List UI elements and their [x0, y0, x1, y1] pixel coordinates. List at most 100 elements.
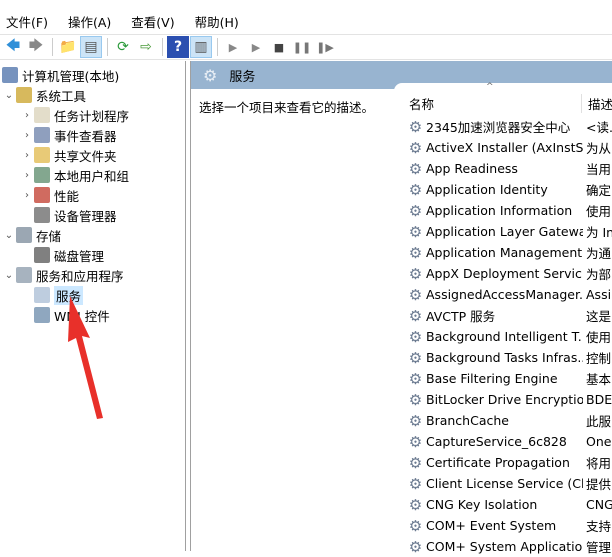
- tree-item[interactable]: 设备管理器: [20, 205, 117, 225]
- help-icon[interactable]: ?: [167, 36, 189, 58]
- service-row[interactable]: ⚙ COM+ System Application 管理: [394, 536, 612, 557]
- service-gear-icon: ⚙: [408, 432, 423, 451]
- service-gear-icon: ⚙: [408, 390, 423, 409]
- service-gear-icon: ⚙: [408, 516, 423, 535]
- service-row[interactable]: ⚙2345加速浏览器安全中心<读...: [394, 116, 612, 137]
- service-row[interactable]: ⚙ AppX Deployment Servic... 为部: [394, 263, 612, 284]
- tree-item[interactable]: › 性能: [20, 185, 79, 205]
- service-row[interactable]: ⚙ ActiveX Installer (AxInstSV) 为从: [394, 137, 612, 158]
- services-panel: ⚙ 服务 选择一个项目来查看它的描述。 ^ 名称 描述 ⚙ 2345加速浏览器安全中…: [190, 61, 612, 556]
- column-header: ^ 名称 描述: [394, 82, 612, 115]
- menu-item[interactable]: 查看(V): [131, 12, 174, 31]
- service-gear-icon: ⚙: [408, 411, 423, 430]
- tree-node-icon: [34, 167, 50, 183]
- chevron-down-icon[interactable]: ⌄: [2, 90, 16, 101]
- start-service-alt-icon[interactable]: ▶: [245, 36, 267, 58]
- up-folder-icon[interactable]: 📁: [57, 36, 79, 58]
- menu-item[interactable]: 操作(A): [68, 12, 111, 31]
- show-hide-tree-icon[interactable]: ▤: [80, 36, 102, 58]
- toolbar: 🡄 🡆 📁 ▤ ⟳ ⇨? ▥ ▶ ▶ ■ ❚❚ ❚▶: [0, 34, 612, 60]
- stop-service-icon[interactable]: ■: [268, 36, 290, 58]
- service-row[interactable]: ⚙ Background Intelligent T... 使用: [394, 326, 612, 347]
- chevron-down-icon[interactable]: ⌄: [2, 270, 16, 281]
- tree-node-icon: [34, 287, 50, 303]
- service-row[interactable]: ⚙ Background Tasks Infras... 控制: [394, 347, 612, 368]
- service-row[interactable]: ⚙ Certificate Propagation 将用: [394, 452, 612, 473]
- services-gear-icon: ⚙: [203, 65, 218, 85]
- service-gear-icon: ⚙: [408, 222, 423, 241]
- tree-item[interactable]: 计算机管理(本地): [2, 65, 119, 85]
- service-row[interactable]: ⚙ BranchCache 此服: [394, 410, 612, 431]
- tree-item[interactable]: WMI 控件: [20, 305, 110, 325]
- service-gear-icon: ⚙: [408, 285, 423, 304]
- tree-item[interactable]: › 共享文件夹: [20, 145, 117, 165]
- tree-node-icon: [16, 267, 32, 283]
- service-row[interactable]: ⚙ Application Management 为通: [394, 242, 612, 263]
- service-gear-icon: ⚙: [408, 243, 423, 262]
- service-gear-icon: ⚙: [408, 306, 423, 325]
- export-list-icon[interactable]: ⇨: [135, 36, 157, 58]
- chevron-right-icon[interactable]: ›: [20, 190, 34, 201]
- chevron-right-icon[interactable]: ›: [20, 150, 34, 161]
- service-row[interactable]: ⚙ Base Filtering Engine 基本: [394, 368, 612, 389]
- service-gear-icon: ⚙: [408, 201, 423, 220]
- services-list[interactable]: ^名称 描述 ⚙2345加速浏览器安全中心<读...⚙ActiveX Insta…: [394, 82, 612, 556]
- tree-item[interactable]: 服务: [20, 285, 84, 305]
- chevron-right-icon[interactable]: ›: [20, 130, 34, 141]
- chevron-down-icon[interactable]: ⌄: [2, 230, 16, 241]
- service-row[interactable]: ⚙ AssignedAccessManager... Assi: [394, 284, 612, 305]
- service-gear-icon: ⚙: [408, 264, 423, 283]
- service-gear-icon: ⚙: [408, 117, 423, 136]
- console-tree: 计算机管理(本地) ⌄ 系统工具 › 任务计划程序 › 事件查看器 › 共享文件夹 › 本地用户和组…: [0, 61, 186, 551]
- tree-item[interactable]: 磁盘管理: [20, 245, 104, 265]
- tree-node-icon: [34, 107, 50, 123]
- toolbar-separator: [217, 38, 218, 56]
- show-hide-action-pane-icon[interactable]: ▥: [190, 36, 212, 58]
- back-icon[interactable]: 🡄: [2, 36, 24, 58]
- menu-item[interactable]: 文件(F): [6, 12, 48, 31]
- service-row[interactable]: ⚙ CaptureService_6c828 One: [394, 431, 612, 452]
- tree-node-icon: [2, 67, 18, 83]
- pause-service-icon[interactable]: ❚❚: [291, 36, 313, 58]
- column-name[interactable]: ^ 名称: [394, 82, 581, 113]
- forward-icon[interactable]: 🡆: [25, 36, 47, 58]
- tree-item[interactable]: › 本地用户和组: [20, 165, 129, 185]
- tree-node-icon: [34, 247, 50, 263]
- service-gear-icon: ⚙: [408, 138, 423, 157]
- tree-item[interactable]: ⌄ 存储: [2, 225, 61, 245]
- service-gear-icon: ⚙: [408, 159, 423, 178]
- service-gear-icon: ⚙: [408, 453, 423, 472]
- service-row[interactable]: ⚙ BitLocker Drive Encryptio... BDE: [394, 389, 612, 410]
- service-row[interactable]: ⚙ Application Identity 确定: [394, 179, 612, 200]
- toolbar-separator: [162, 38, 163, 56]
- service-row[interactable]: ⚙ App Readiness 当用: [394, 158, 612, 179]
- tree-node-icon: [34, 207, 50, 223]
- tree-item[interactable]: ⌄ 服务和应用程序: [2, 265, 124, 285]
- tree-node-icon: [16, 87, 32, 103]
- tree-node-icon: [34, 187, 50, 203]
- tree-node-icon: [34, 127, 50, 143]
- refresh-icon[interactable]: ⟳: [112, 36, 134, 58]
- service-row[interactable]: ⚙ Application Information 使用: [394, 200, 612, 221]
- sort-ascending-icon: ^: [486, 81, 494, 92]
- service-gear-icon: ⚙: [408, 474, 423, 493]
- restart-service-icon[interactable]: ❚▶: [314, 36, 336, 58]
- toolbar-separator: [107, 38, 108, 56]
- start-service-icon[interactable]: ▶: [222, 36, 244, 58]
- tree-item[interactable]: › 任务计划程序: [20, 105, 129, 125]
- service-row[interactable]: ⚙ CNG Key Isolation CNG: [394, 494, 612, 515]
- column-description[interactable]: 描述: [581, 93, 612, 113]
- tree-item[interactable]: ⌄ 系统工具: [2, 85, 86, 105]
- service-gear-icon: ⚙: [408, 348, 423, 367]
- chevron-right-icon[interactable]: ›: [20, 170, 34, 181]
- tree-node-icon: [16, 227, 32, 243]
- tree-item[interactable]: › 事件查看器: [20, 125, 117, 145]
- service-row[interactable]: ⚙ COM+ Event System 支持: [394, 515, 612, 536]
- menu-item[interactable]: 帮助(H): [195, 12, 239, 31]
- service-gear-icon: ⚙: [408, 495, 423, 514]
- service-row[interactable]: ⚙ Client License Service (Cli... 提供: [394, 473, 612, 494]
- service-row[interactable]: ⚙ AVCTP 服务 这是: [394, 305, 612, 326]
- panel-title: 服务: [229, 69, 256, 85]
- chevron-right-icon[interactable]: ›: [20, 110, 34, 121]
- service-row[interactable]: ⚙ Application Layer Gatewa... 为 In: [394, 221, 612, 242]
